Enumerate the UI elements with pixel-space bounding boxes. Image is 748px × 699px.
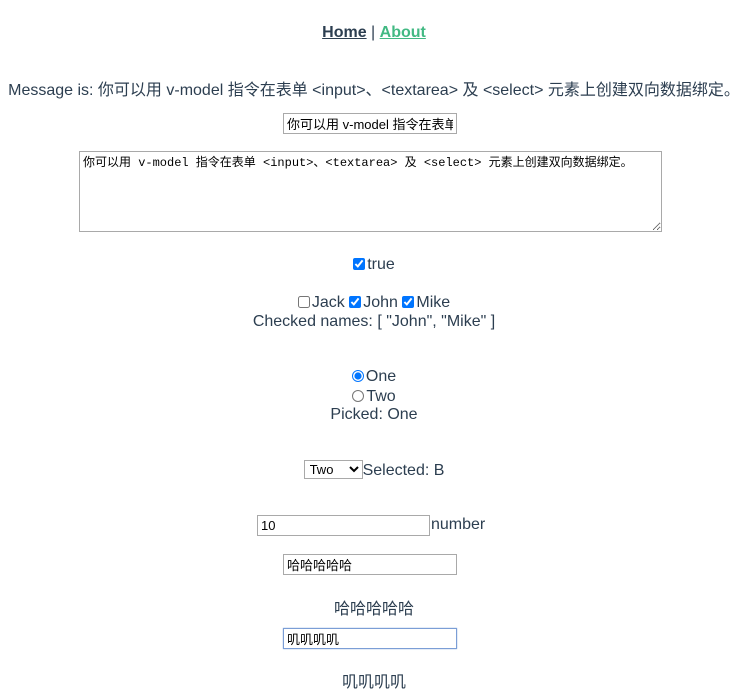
radio-two-row: Two — [0, 388, 748, 406]
radio-one[interactable] — [351, 370, 364, 382]
radio-two[interactable] — [352, 390, 365, 402]
label-john: John — [363, 294, 398, 311]
nav-separator: | — [371, 24, 376, 41]
number-type-label: number — [431, 516, 486, 533]
message-textarea[interactable]: 你可以用 v-model 指令在表单 <input>、<textarea> 及 … — [79, 151, 662, 232]
number-input[interactable] — [257, 515, 430, 536]
checkbox-jack[interactable] — [297, 296, 310, 308]
select-row: TwoSelected: B — [0, 460, 748, 480]
nav-about-link[interactable]: About — [380, 24, 426, 41]
toggle-row: true — [0, 256, 748, 274]
picked-text: Picked: One — [330, 406, 418, 423]
checked-names: Checked names: [ "John", "Mike" ] — [252, 313, 496, 330]
radio-one-row: One — [0, 368, 748, 386]
lazy-output: 哈哈哈哈哈 — [333, 601, 414, 618]
trim-output: 叽叽叽叽 — [341, 674, 406, 691]
nav-home-link[interactable]: Home — [322, 24, 366, 41]
label-mike: Mike — [416, 294, 451, 311]
checkbox-john[interactable] — [349, 296, 362, 308]
selected-text: Selected: B — [362, 462, 445, 479]
nav: Home | About — [0, 24, 748, 42]
toggle-label: true — [367, 256, 395, 273]
toggle-checkbox[interactable] — [353, 258, 366, 270]
radio-two-label: Two — [366, 388, 396, 405]
names-row: Jack John Mike — [0, 294, 748, 312]
message-text: Message is: 你可以用 v-model 指令在表单 <input>、<… — [8, 82, 740, 99]
choice-select[interactable]: Two — [303, 460, 363, 479]
message-input[interactable] — [283, 113, 457, 134]
radio-one-label: One — [365, 368, 397, 385]
checkbox-mike[interactable] — [402, 296, 415, 308]
label-jack: Jack — [311, 294, 345, 311]
lazy-input[interactable] — [283, 554, 457, 575]
trim-input[interactable] — [283, 628, 457, 649]
